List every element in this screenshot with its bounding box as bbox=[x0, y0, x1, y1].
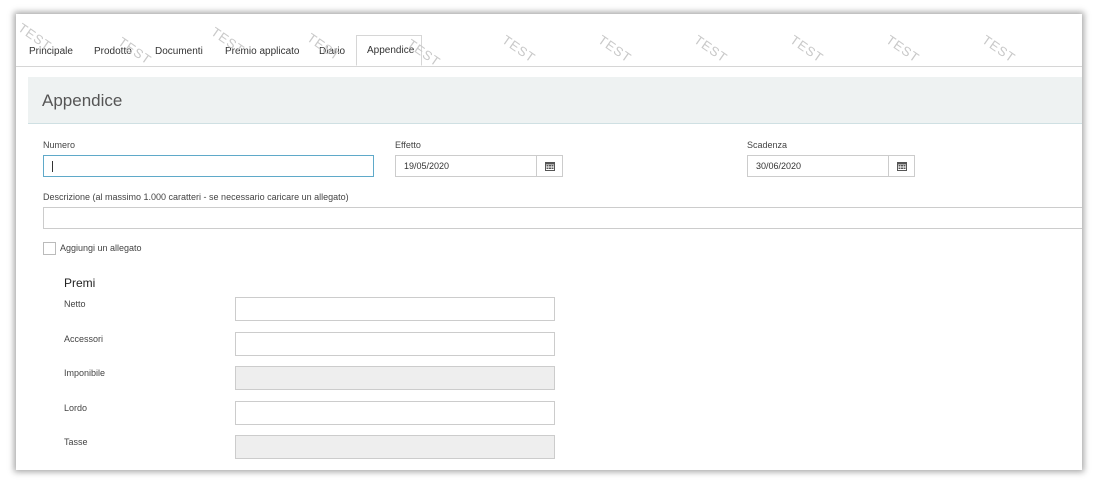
netto-input[interactable] bbox=[235, 297, 555, 321]
section-header: Appendice bbox=[28, 77, 1082, 124]
numero-input[interactable] bbox=[43, 155, 374, 177]
netto-label: Netto bbox=[64, 299, 86, 309]
accessori-input[interactable] bbox=[235, 332, 555, 356]
premi-title: Premi bbox=[64, 276, 96, 290]
tab-documenti[interactable]: Documenti bbox=[155, 34, 203, 66]
effetto-calendar-button[interactable] bbox=[536, 155, 563, 177]
watermark: TEST bbox=[883, 32, 923, 66]
lordo-label: Lordo bbox=[64, 403, 88, 413]
effetto-label: Effetto bbox=[395, 140, 421, 150]
tab-bar: Principale Prodotto Documenti Premio app… bbox=[16, 14, 1082, 70]
imponibile-label: Imponibile bbox=[64, 368, 106, 378]
descrizione-label: Descrizione (al massimo 1.000 caratteri … bbox=[43, 192, 349, 202]
tasse-input bbox=[235, 435, 555, 459]
tab-appendice[interactable]: Appendice bbox=[356, 35, 422, 66]
watermark: TEST bbox=[595, 32, 635, 66]
effetto-date-input[interactable]: 19/05/2020 bbox=[395, 155, 537, 177]
text-cursor bbox=[52, 161, 53, 172]
calendar-icon bbox=[897, 162, 907, 171]
tab-principale[interactable]: Principale bbox=[29, 34, 73, 66]
watermark: TEST bbox=[691, 32, 731, 66]
tab-premio-applicato[interactable]: Premio applicato bbox=[225, 34, 299, 66]
watermark: TEST bbox=[979, 32, 1019, 66]
scadenza-date-input[interactable]: 30/06/2020 bbox=[747, 155, 889, 177]
watermark: TEST bbox=[787, 32, 827, 66]
scadenza-label: Scadenza bbox=[747, 140, 788, 150]
tab-diario[interactable]: Diario bbox=[319, 34, 345, 66]
lordo-input[interactable] bbox=[235, 401, 555, 425]
app-window: Principale Prodotto Documenti Premio app… bbox=[16, 14, 1082, 470]
section-title: Appendice bbox=[42, 91, 123, 110]
descrizione-input[interactable] bbox=[43, 207, 1082, 229]
tasse-label: Tasse bbox=[64, 437, 88, 447]
watermark: TEST bbox=[499, 32, 539, 66]
numero-label: Numero bbox=[43, 140, 76, 150]
accessori-label: Accessori bbox=[64, 334, 104, 344]
allegato-label[interactable]: Aggiungi un allegato bbox=[60, 243, 142, 253]
calendar-icon bbox=[545, 162, 555, 171]
imponibile-input bbox=[235, 366, 555, 390]
allegato-checkbox[interactable] bbox=[43, 242, 56, 255]
scadenza-calendar-button[interactable] bbox=[888, 155, 915, 177]
tab-prodotto[interactable]: Prodotto bbox=[94, 34, 132, 66]
